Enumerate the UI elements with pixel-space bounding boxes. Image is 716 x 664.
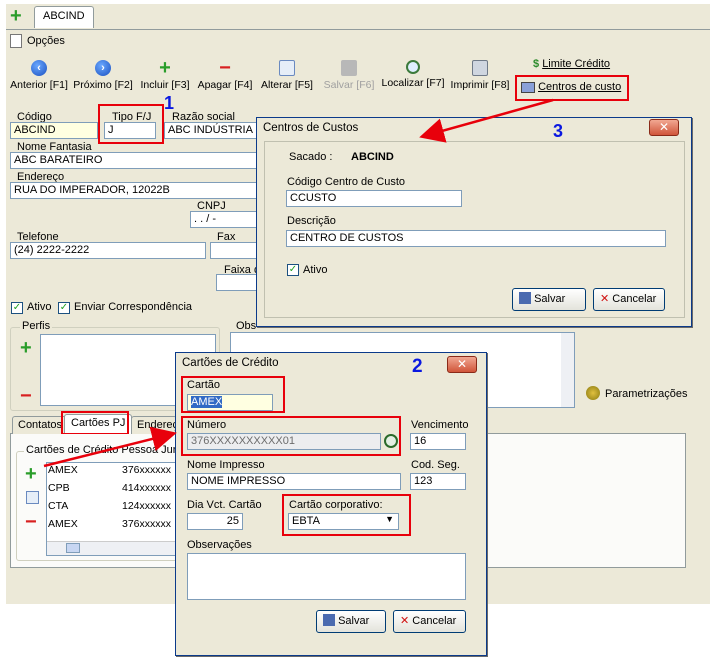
arrow-to-cartoes-dialog	[43, 426, 177, 468]
arrow-to-centros-dialog	[419, 98, 554, 143]
annotation-arrows	[43, 98, 554, 468]
